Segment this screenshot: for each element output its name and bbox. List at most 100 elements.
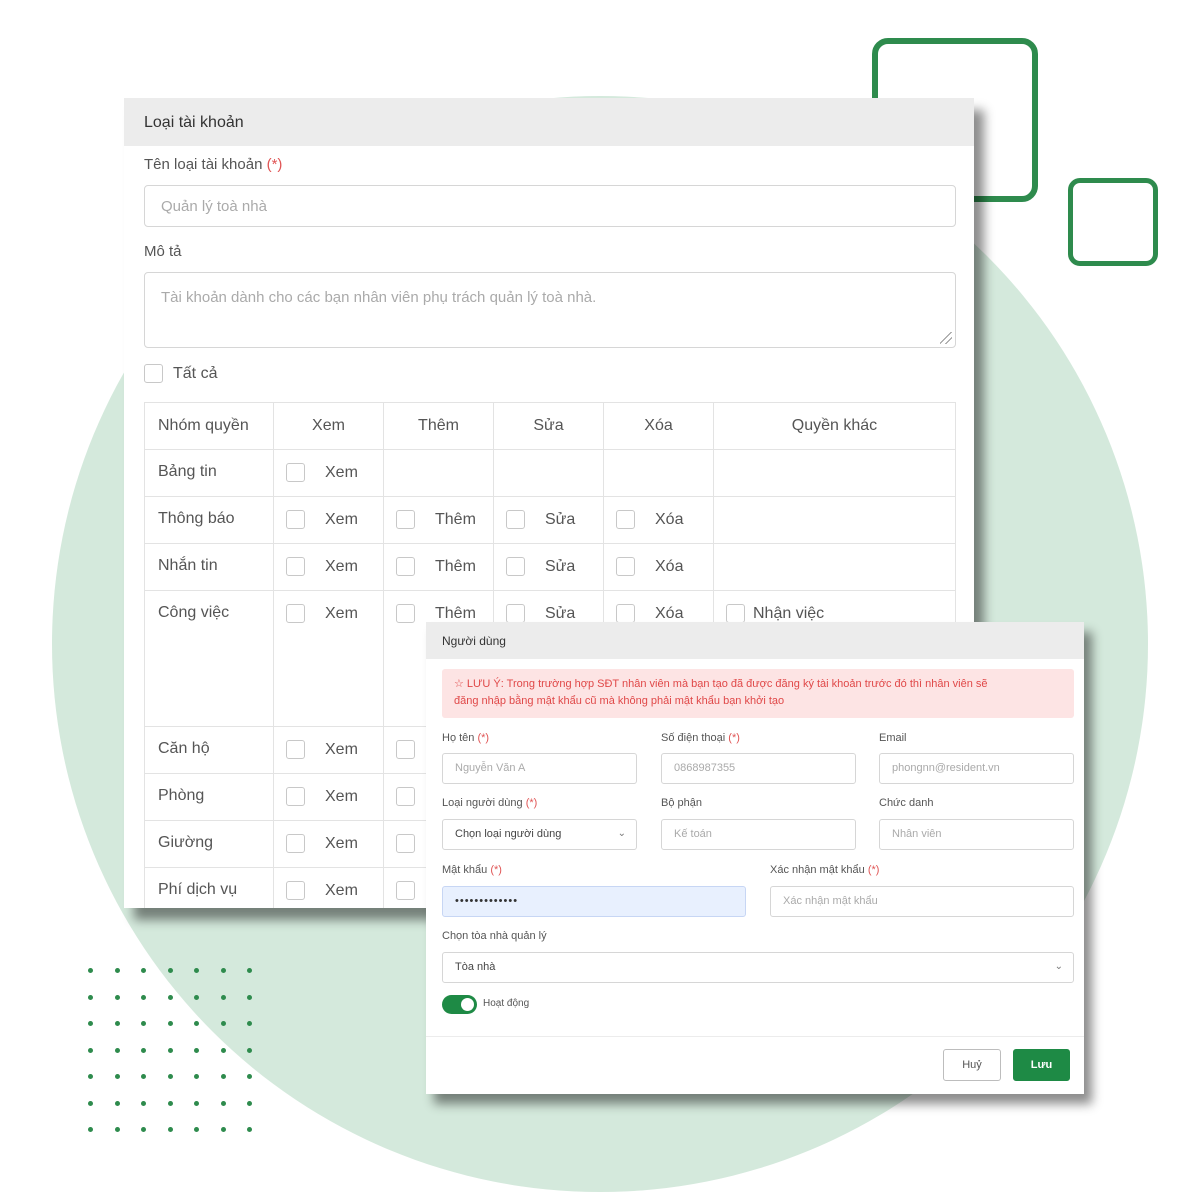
- save-button[interactable]: Lưu: [1013, 1049, 1070, 1081]
- card-title: Loại tài khoản: [124, 98, 974, 146]
- fullname-input[interactable]: Nguyễn Văn A: [442, 753, 637, 784]
- department-input[interactable]: Kế toán: [661, 819, 856, 850]
- empty-cell: [713, 449, 956, 497]
- option-label: Xem: [325, 881, 358, 899]
- checkbox[interactable]: [506, 604, 525, 623]
- dot: [88, 968, 93, 973]
- dot: [88, 1127, 93, 1132]
- active-label: Hoạt động: [483, 998, 530, 1009]
- checkbox[interactable]: [286, 881, 305, 900]
- edit-permission[interactable]: Sửa: [506, 604, 591, 623]
- checkbox[interactable]: [286, 557, 305, 576]
- dot: [167, 1047, 173, 1053]
- add-permission[interactable]: Thêm: [396, 557, 481, 576]
- name-label-text: Tên loại tài khoản: [144, 156, 263, 173]
- checkbox[interactable]: [396, 604, 415, 623]
- alert-line: đăng nhập bằng mật khẩu cũ mà không phải…: [454, 695, 785, 707]
- checkbox[interactable]: [396, 510, 415, 529]
- table-row: Bảng tin Xem: [144, 449, 956, 497]
- edit-permission[interactable]: Sửa: [506, 557, 591, 576]
- empty-cell: [383, 449, 494, 497]
- checkbox[interactable]: [506, 510, 525, 529]
- password-label: Mật khẩu (*): [442, 864, 502, 876]
- dot: [141, 1100, 146, 1106]
- password-input[interactable]: •••••••••••••: [442, 886, 746, 917]
- checkbox[interactable]: [396, 557, 415, 576]
- view-permission[interactable]: Xem: [286, 787, 371, 806]
- checkbox[interactable]: [286, 604, 305, 623]
- email-label: Email: [879, 732, 907, 744]
- user-type-value: Chọn loại người dùng: [455, 828, 562, 840]
- view-permission[interactable]: Xem: [286, 740, 371, 759]
- view-permission[interactable]: Xem: [286, 463, 371, 482]
- group-name: Phòng: [144, 773, 274, 821]
- account-type-name-label: Tên loại tài khoản (*): [144, 156, 282, 173]
- option-label: Thêm: [435, 604, 476, 622]
- dot: [220, 968, 226, 973]
- dot: [141, 1127, 146, 1132]
- phone-input[interactable]: 0868987355: [661, 753, 856, 784]
- checkbox[interactable]: [396, 834, 415, 853]
- option-label: Thêm: [435, 557, 476, 575]
- group-name: Phí dịch vụ: [144, 867, 274, 908]
- dot: [167, 994, 173, 1000]
- option-label: Xem: [325, 463, 358, 481]
- view-permission[interactable]: Xem: [286, 604, 371, 623]
- column-header: Thêm: [383, 402, 494, 450]
- dot: [247, 968, 252, 973]
- view-permission[interactable]: Xem: [286, 557, 371, 576]
- description-textarea[interactable]: Tài khoản dành cho các bạn nhân viên phụ…: [144, 272, 956, 348]
- modal-title: Người dùng: [426, 622, 1084, 659]
- dot: [220, 1047, 226, 1053]
- building-select[interactable]: Tòa nhà ⌄: [442, 952, 1074, 983]
- confirm-password-input[interactable]: Xác nhận mật khẩu: [770, 886, 1074, 917]
- checkbox[interactable]: [286, 740, 305, 759]
- dot: [220, 1074, 226, 1079]
- empty-cell: [713, 543, 956, 591]
- add-permission[interactable]: Thêm: [396, 510, 481, 529]
- cancel-button[interactable]: Huỷ: [943, 1049, 1001, 1081]
- decorative-dot-grid: [88, 968, 268, 1140]
- table-header-row: Nhóm quyền Xem Thêm Sửa Xóa Quyền khác: [144, 402, 956, 450]
- view-permission[interactable]: Xem: [286, 510, 371, 529]
- edit-permission[interactable]: Sửa: [506, 510, 591, 529]
- table-row: Thông báo Xem Thêm Sửa Xóa: [144, 496, 956, 544]
- user-type-select[interactable]: Chọn loại người dùng ⌄: [442, 819, 637, 850]
- column-header: Xóa: [603, 402, 714, 450]
- add-permission[interactable]: Thêm: [396, 604, 481, 623]
- dot: [88, 994, 93, 1000]
- view-permission[interactable]: Xem: [286, 881, 371, 900]
- select-all-row[interactable]: Tất cả: [144, 364, 217, 383]
- active-toggle[interactable]: [442, 995, 477, 1014]
- option-label: Xem: [325, 787, 358, 805]
- checkbox[interactable]: [396, 787, 415, 806]
- checkbox[interactable]: [286, 834, 305, 853]
- checkbox[interactable]: [616, 510, 635, 529]
- checkbox[interactable]: [286, 463, 305, 482]
- dot: [141, 994, 146, 1000]
- delete-permission[interactable]: Xóa: [616, 557, 701, 576]
- accept-task-permission[interactable]: Nhận việc: [726, 604, 943, 623]
- checkbox[interactable]: [726, 604, 745, 623]
- dot: [220, 1100, 226, 1106]
- delete-permission[interactable]: Xóa: [616, 510, 701, 529]
- description-label: Mô tả: [144, 243, 182, 260]
- checkbox[interactable]: [506, 557, 525, 576]
- checkbox[interactable]: [616, 604, 635, 623]
- select-all-checkbox[interactable]: [144, 364, 163, 383]
- checkbox[interactable]: [396, 740, 415, 759]
- confirm-password-label: Xác nhận mật khẩu (*): [770, 864, 880, 876]
- checkbox[interactable]: [286, 787, 305, 806]
- resize-handle-icon[interactable]: [940, 332, 952, 344]
- account-type-name-input[interactable]: Quản lý toà nhà: [144, 185, 956, 227]
- checkbox[interactable]: [396, 881, 415, 900]
- option-label: Xem: [325, 557, 358, 575]
- dot: [167, 1074, 173, 1079]
- view-permission[interactable]: Xem: [286, 834, 371, 853]
- checkbox[interactable]: [286, 510, 305, 529]
- email-input[interactable]: phongnn@resident.vn: [879, 753, 1074, 784]
- column-header: Quyền khác: [713, 402, 956, 450]
- checkbox[interactable]: [616, 557, 635, 576]
- delete-permission[interactable]: Xóa: [616, 604, 701, 623]
- job-title-input[interactable]: Nhân viên: [879, 819, 1074, 850]
